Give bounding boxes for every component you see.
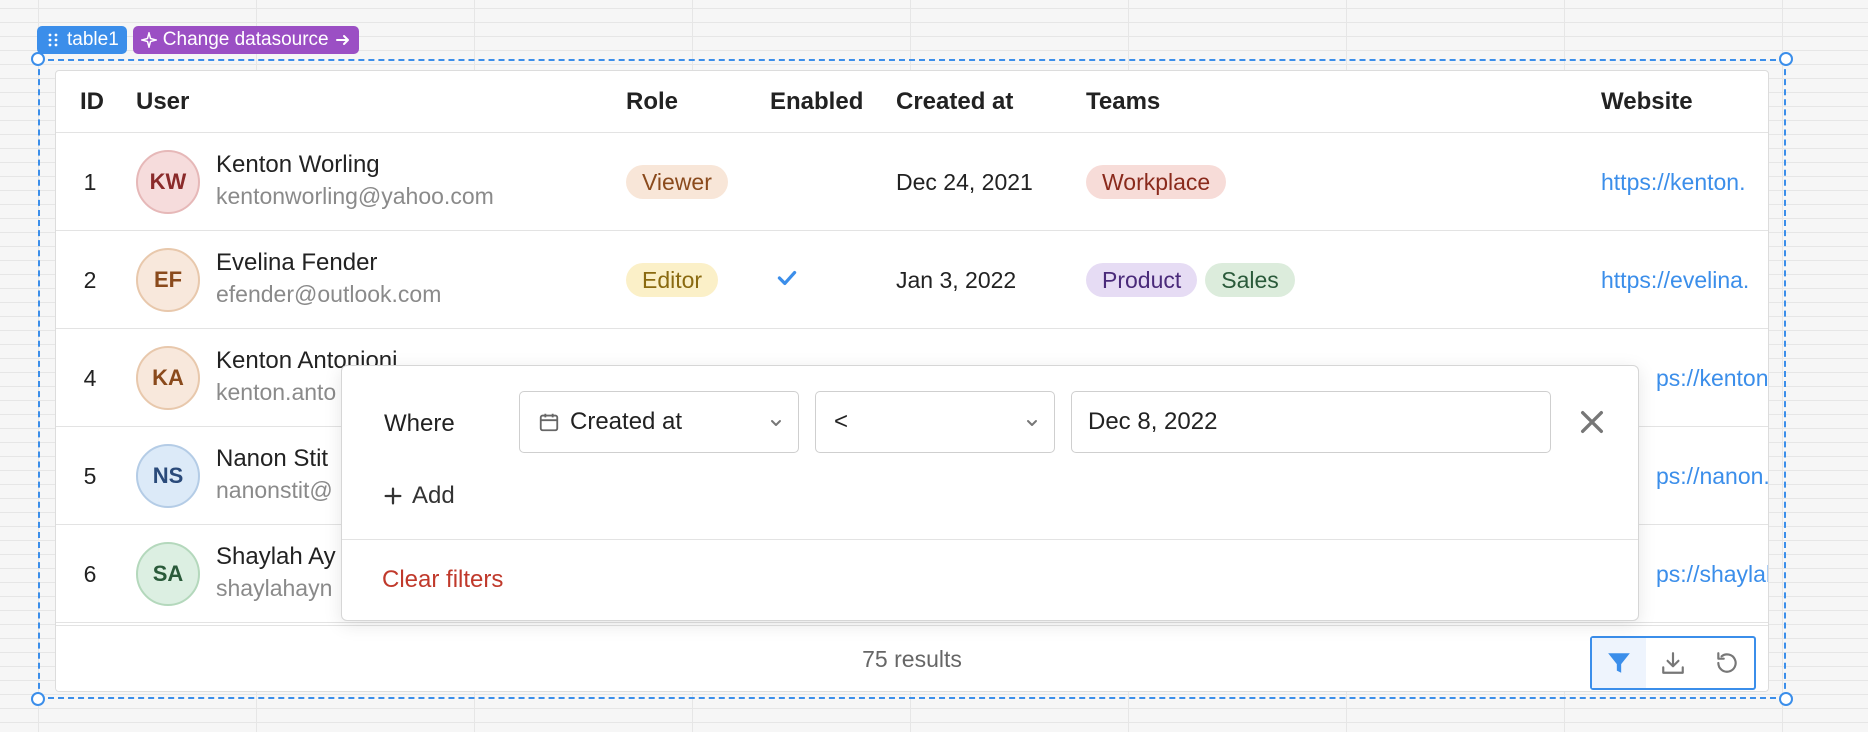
avatar: EF [136,248,200,312]
resize-handle-top-left[interactable] [31,52,45,66]
add-filter-button[interactable]: Add [382,482,455,510]
chevron-down-icon [771,420,781,426]
change-datasource-button[interactable]: Change datasource [132,26,359,54]
column-header-created-at[interactable]: Created at [896,88,1013,116]
id-cell: 5 [83,463,97,489]
avatar-initials: KW [149,169,187,194]
filter-popover: Where Created at < Dec 8, 2022 Add Clear… [341,365,1639,621]
table-actions [1590,636,1756,690]
where-label: Where [384,410,455,437]
id-cell: 6 [83,561,97,587]
user-name: Kenton Worling [216,151,380,178]
filter-value-text: Dec 8, 2022 [1088,408,1218,435]
close-icon[interactable] [1576,406,1608,438]
sparkle-icon [140,32,157,48]
team-badge: Product [1086,263,1198,297]
checkmark-icon [777,270,797,286]
id-cell: 4 [83,365,97,391]
avatar: KW [136,150,200,214]
resize-handle-bottom-left[interactable] [31,692,45,706]
avatar-initials: KA [152,365,184,390]
refresh-icon [1717,652,1737,673]
plus-icon [384,487,402,505]
role-badge: Viewer [626,165,728,199]
user-email: efender@outlook.com [216,281,442,307]
column-header-role[interactable]: Role [626,88,678,116]
filter-column-value: Created at [570,408,683,435]
created-at-cell: Jan 3, 2022 [896,267,1017,293]
website-link[interactable]: ps://nanon.s [1656,463,1768,490]
filter-button[interactable] [1592,638,1646,688]
id-cell: 2 [83,267,97,293]
arrow-right-icon [335,35,349,45]
avatar: KA [136,346,200,410]
user-name: Nanon Stit [216,445,329,472]
clear-filters-button[interactable]: Clear filters [382,566,503,594]
filter-column-select[interactable]: Created at [519,391,799,453]
website-link[interactable]: ps://shaylah [1656,561,1768,588]
user-name: Shaylah Ay [216,543,336,570]
user-email: kentonworling@yahoo.com [216,183,494,209]
table-row[interactable]: 1 KW Kenton Worling kentonworling@yahoo.… [56,133,1768,231]
avatar-initials: NS [152,463,184,488]
download-icon [1662,652,1684,674]
website-link[interactable]: ps://kenton. [1656,365,1768,392]
change-datasource-label: Change datasource [162,29,329,50]
team-badge: Sales [1205,263,1295,297]
filter-icon [1608,653,1630,673]
table-footer: 75 results [56,625,1768,691]
user-name: Evelina Fender [216,249,378,276]
teams-cell: Workplace [1086,165,1227,199]
filter-operator-value: < [834,408,849,435]
filter-value-input[interactable]: Dec 8, 2022 [1071,391,1551,453]
created-at-cell: Dec 24, 2021 [896,169,1033,195]
column-header-user[interactable]: User [136,88,189,116]
calendar-icon [539,413,559,432]
table-row[interactable]: 2 EF Evelina Fender efender@outlook.com … [56,231,1768,329]
user-email: nanonstit@ [216,477,333,503]
table-component-label: table1 [67,29,119,50]
results-count: 75 results [862,646,962,672]
column-header-id[interactable]: ID [80,88,104,116]
website-link[interactable]: https://evelina. [1601,267,1749,294]
id-cell: 1 [83,169,97,195]
column-header-website[interactable]: Website [1601,88,1693,116]
team-badge: Workplace [1086,165,1227,199]
column-header-teams[interactable]: Teams [1086,88,1160,116]
download-button[interactable] [1646,638,1700,688]
popover-divider [342,539,1638,540]
add-filter-label: Add [412,482,455,509]
grip-dots-icon [48,33,58,47]
teams-cell: Product Sales [1086,263,1295,297]
filter-operator-select[interactable]: < [815,391,1055,453]
resize-handle-bottom-right[interactable] [1779,692,1793,706]
table-header: ID User Role Enabled Created at Teams We… [56,71,1768,133]
column-header-enabled[interactable]: Enabled [770,88,863,116]
user-email: shaylahayn [216,575,333,601]
avatar: SA [136,542,200,606]
user-email: kenton.anto [216,379,337,405]
refresh-button[interactable] [1700,638,1754,688]
role-badge: Editor [626,263,719,297]
avatar-initials: SA [152,561,184,586]
avatar: NS [136,444,200,508]
website-link[interactable]: https://kenton. [1601,169,1745,196]
table-component-tag[interactable]: table1 [37,26,127,54]
component-tags: table1 Change datasource [37,26,359,54]
resize-handle-top-right[interactable] [1779,52,1793,66]
avatar-initials: EF [153,267,183,292]
chevron-down-icon [1027,420,1037,426]
